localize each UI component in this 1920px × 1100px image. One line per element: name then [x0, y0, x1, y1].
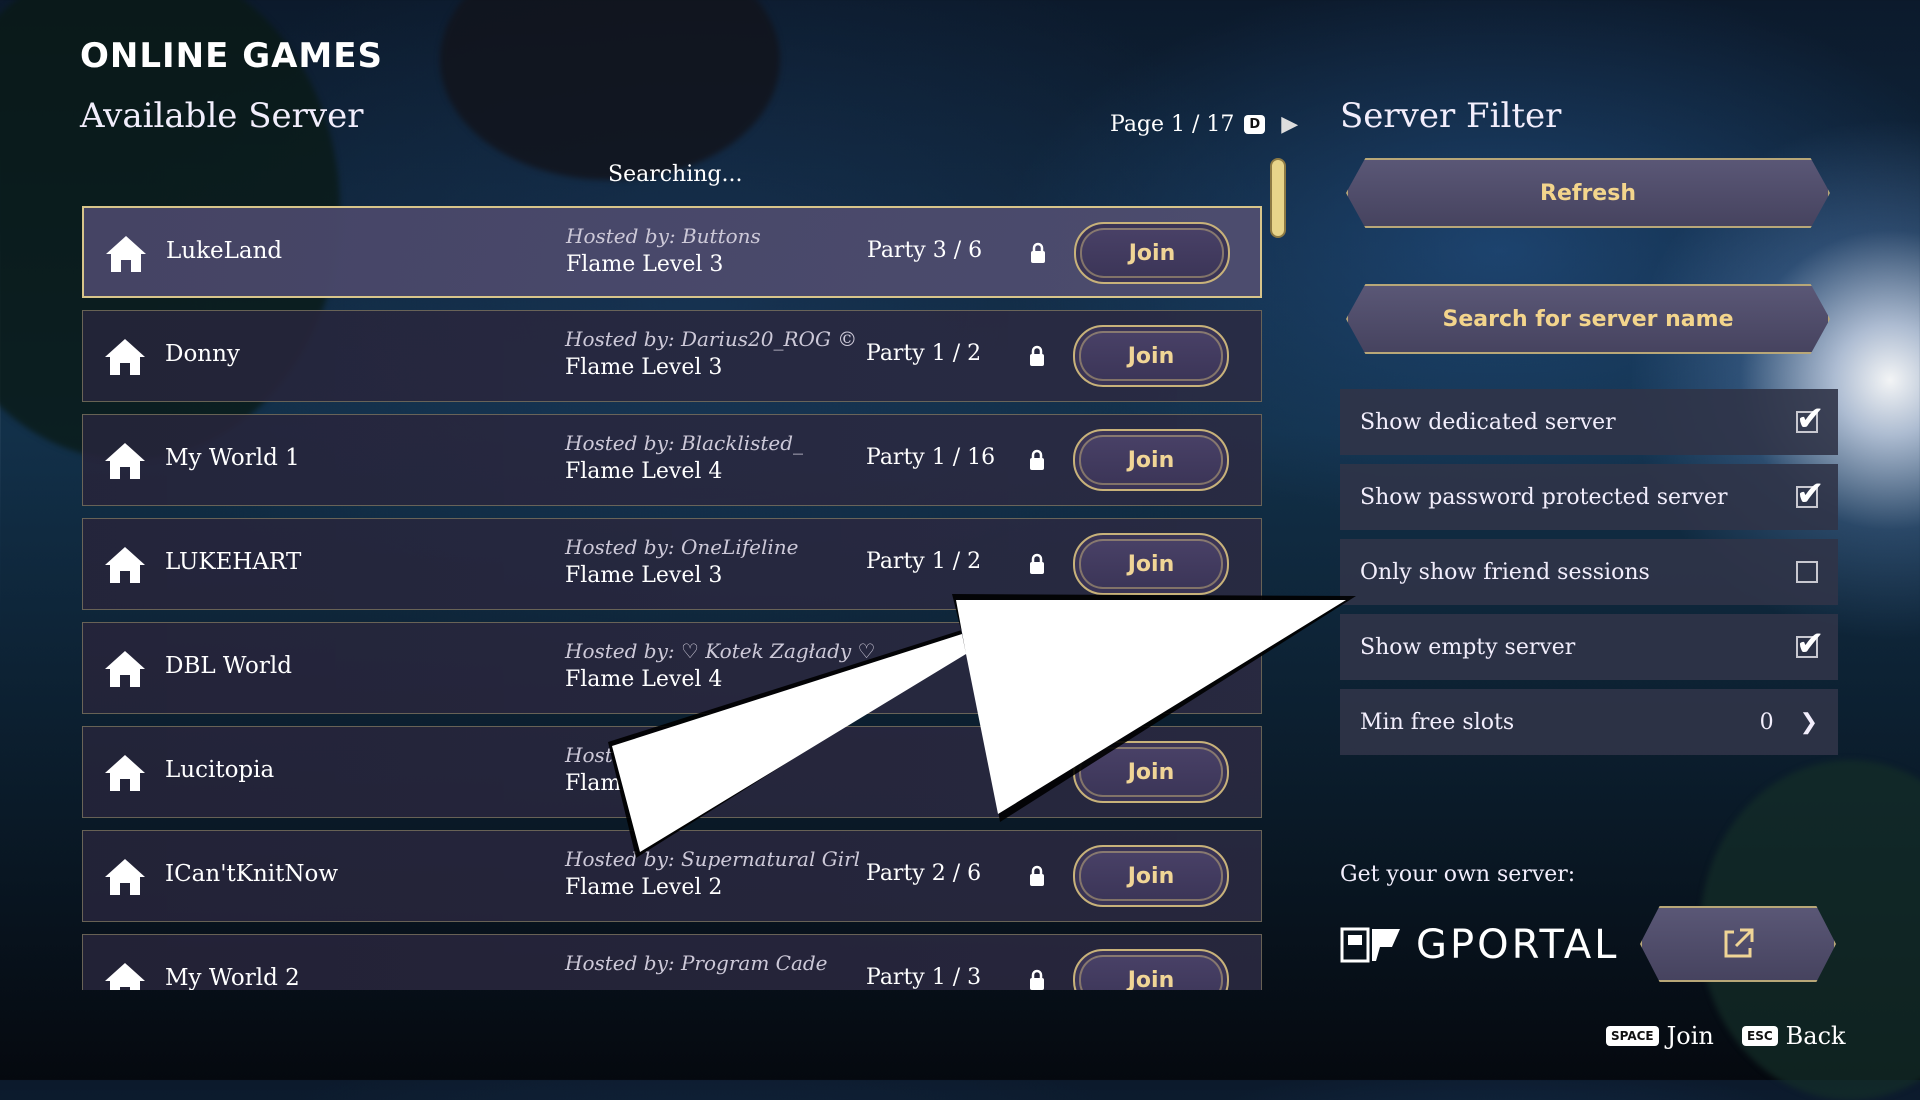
option-label: Show empty server — [1360, 634, 1576, 660]
checkbox-checked[interactable] — [1796, 624, 1825, 664]
server-name: Donny — [165, 341, 240, 367]
checkbox-checked[interactable] — [1796, 474, 1825, 514]
server-host: Hosted by: Buttons — [566, 224, 761, 248]
checkbox-unchecked[interactable] — [1796, 561, 1818, 583]
server-host: Hosted by: Supernatural Girl — [565, 847, 861, 871]
promo-label: Get your own server: — [1340, 862, 1576, 887]
search-status: Searching... — [608, 162, 743, 187]
server-row[interactable]: ICan'tKnitNow Hosted by: Supernatural Gi… — [82, 830, 1262, 922]
gportal-mark-icon — [1340, 927, 1400, 963]
home-icon — [105, 651, 145, 687]
option-label: Show password protected server — [1360, 484, 1728, 510]
server-name: DBL World — [165, 653, 292, 679]
server-list[interactable]: LukeLand Hosted by: Buttons Flame Level … — [82, 206, 1264, 990]
option-empty-server[interactable]: Show empty server — [1340, 614, 1838, 680]
home-icon — [105, 339, 145, 375]
refresh-button[interactable]: Refresh — [1346, 158, 1830, 228]
party-count: Party 1 / 2 — [866, 341, 982, 366]
party-count: Party 1 / 16 — [866, 445, 996, 470]
server-host: Hosted by: Program Cade — [565, 951, 828, 975]
home-icon — [105, 547, 145, 583]
gportal-logo: GPORTAL — [1340, 922, 1619, 968]
flame-level: Flame Level 3 — [565, 355, 723, 380]
flame-level: Flame Level 3 — [565, 563, 723, 588]
option-friend-sessions[interactable]: Only show friend sessions — [1340, 539, 1838, 605]
server-host: Host — [565, 743, 613, 767]
home-icon — [105, 963, 145, 990]
home-icon — [105, 859, 145, 895]
esc-key-badge: ESC — [1742, 1026, 1778, 1046]
page-key-badge: D — [1244, 115, 1266, 134]
join-button[interactable]: Join — [1073, 845, 1229, 907]
lock-icon — [1030, 449, 1044, 470]
search-server-name-button[interactable]: Search for server name — [1346, 284, 1830, 354]
flame-level: Flame Level 2 — [565, 875, 723, 900]
lock-icon — [1030, 553, 1044, 574]
back-hint-label: Back — [1785, 1022, 1846, 1050]
server-name: Lucitopia — [165, 757, 275, 783]
list-scrollbar[interactable] — [1270, 158, 1286, 238]
option-password-protected[interactable]: Show password protected server — [1340, 464, 1838, 530]
party-count: Party 1 / 2 — [866, 549, 982, 574]
flame-level: Flame Level 3 — [566, 252, 724, 277]
party-count: Party 2 / 6 — [866, 861, 982, 886]
join-button[interactable]: Join — [1073, 429, 1229, 491]
lock-icon — [1030, 969, 1044, 990]
min-slots-value: 0 — [1759, 709, 1774, 735]
server-name: My World 2 — [165, 965, 300, 990]
server-list-heading: Available Server — [80, 96, 364, 136]
page-label: Page 1 / 17 — [1110, 112, 1235, 137]
filter-heading: Server Filter — [1340, 96, 1562, 136]
next-page-icon[interactable]: ▶ — [1281, 112, 1298, 137]
option-label: Show dedicated server — [1360, 409, 1616, 435]
chevron-right-icon[interactable]: ❯ — [1800, 710, 1818, 735]
join-button[interactable]: Join — [1073, 325, 1229, 387]
join-hint[interactable]: SPACE Join — [1606, 1022, 1714, 1050]
option-min-free-slots[interactable]: Min free slots 0 ❯ — [1340, 689, 1838, 755]
server-row[interactable]: DBL World Hosted by: ♡ Kotek Zagłady ♡ F… — [82, 622, 1262, 714]
open-external-link-button[interactable] — [1640, 906, 1836, 982]
join-button[interactable]: Join — [1073, 533, 1229, 595]
external-link-icon — [1724, 928, 1754, 958]
party-count: Party 3 / 6 — [867, 238, 983, 263]
server-row[interactable]: LukeLand Hosted by: Buttons Flame Level … — [82, 206, 1262, 298]
back-hint[interactable]: ESC Back — [1742, 1022, 1846, 1050]
server-name: ICan'tKnitNow — [165, 861, 339, 887]
join-button[interactable]: Join — [1074, 222, 1230, 284]
server-row[interactable]: LUKEHART Hosted by: OneLifeline Flame Le… — [82, 518, 1262, 610]
server-host: Hosted by: ♡ Kotek Zagłady ♡ — [565, 639, 876, 663]
option-dedicated-server[interactable]: Show dedicated server — [1340, 389, 1838, 455]
flame-level: Flame Level 4 — [565, 667, 723, 692]
server-row[interactable]: Lucitopia Host Flam Join — [82, 726, 1262, 818]
flame-level: Flam — [565, 771, 622, 796]
option-label: Only show friend sessions — [1360, 559, 1650, 585]
join-button[interactable]: Join — [1073, 741, 1229, 803]
home-icon — [106, 236, 146, 272]
home-icon — [105, 443, 145, 479]
lock-icon — [1030, 345, 1044, 366]
server-host: Hosted by: OneLifeline — [565, 535, 799, 559]
join-button[interactable]: Join — [1073, 949, 1229, 990]
party-count: Party 1 / 3 — [866, 965, 982, 990]
min-slots-label: Min free slots — [1360, 709, 1515, 735]
server-name: LUKEHART — [165, 549, 302, 575]
server-host: Hosted by: Blacklisted_ — [565, 431, 804, 455]
lock-icon — [1031, 242, 1045, 263]
server-name: My World 1 — [165, 445, 300, 471]
background-foliage-top — [440, 0, 780, 180]
space-key-badge: SPACE — [1606, 1026, 1659, 1046]
server-row[interactable]: My World 2 Hosted by: Program Cade Party… — [82, 934, 1262, 990]
gportal-wordmark: GPORTAL — [1416, 922, 1620, 968]
join-hint-label: Join — [1666, 1022, 1714, 1050]
lock-icon — [1030, 865, 1044, 886]
flame-level: Flame Level 4 — [565, 459, 723, 484]
server-name: LukeLand — [166, 238, 283, 264]
server-host: Hosted by: Darius20_ROG © — [565, 327, 858, 351]
page-title: ONLINE GAMES — [80, 36, 383, 76]
server-row[interactable]: Donny Hosted by: Darius20_ROG © Flame Le… — [82, 310, 1262, 402]
checkbox-checked[interactable] — [1796, 399, 1825, 439]
home-icon — [105, 755, 145, 791]
server-row[interactable]: My World 1 Hosted by: Blacklisted_ Flame… — [82, 414, 1262, 506]
page-indicator: Page 1 / 17 D ▶ — [1110, 112, 1298, 137]
